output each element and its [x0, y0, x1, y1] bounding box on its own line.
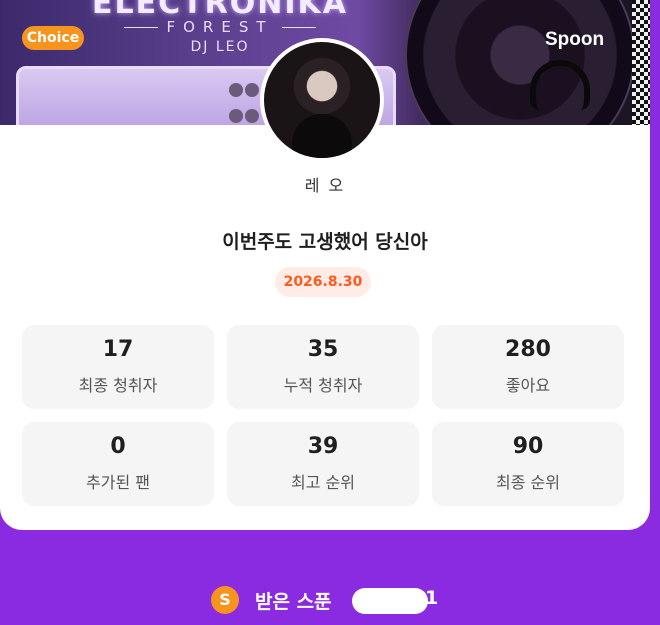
- stats-grid: 17 최종 청취자 35 누적 청취자 280 좋아요 0 추가된 팬 39 최…: [22, 325, 626, 506]
- checker-pattern: [632, 0, 650, 125]
- cast-date-badge: 2026.8.30: [275, 267, 371, 297]
- mini-avatar: [245, 108, 259, 123]
- dj-nickname: 레 오: [304, 176, 346, 195]
- vinyl-record-graphic: [405, 0, 635, 125]
- received-spoons-count: 1: [425, 587, 439, 609]
- stat-value: 280: [505, 337, 551, 362]
- choice-badge: Choice: [22, 26, 84, 50]
- cast-title: 이번주도 고생했어 당신아: [222, 231, 428, 253]
- spoon-logo: Spoon: [545, 29, 605, 50]
- stat-label: 최종 청취자: [78, 376, 158, 395]
- stat-value: 17: [102, 337, 134, 362]
- mini-avatar: [229, 82, 243, 97]
- stat-final-rank: 90 최종 순위: [432, 422, 624, 506]
- stat-label: 최종 순위: [496, 473, 560, 492]
- cast-report-card: ELECTRONIKA FOREST DJ LEO Choice Spoon 레…: [0, 0, 650, 530]
- stat-new-fans: 0 추가된 팬: [22, 422, 214, 506]
- stat-value: 0: [110, 434, 126, 459]
- stat-label: 좋아요: [505, 376, 551, 395]
- stat-likes: 280 좋아요: [432, 325, 624, 409]
- stat-best-rank: 39 최고 순위: [227, 422, 419, 506]
- stat-label: 누적 청취자: [283, 376, 363, 395]
- stat-label: 추가된 팬: [86, 473, 150, 492]
- banner-subtitle: FOREST: [70, 18, 370, 36]
- received-spoons-row: S 받은 스푼 1: [0, 582, 660, 618]
- mini-avatar: [245, 82, 259, 97]
- stat-value: 39: [307, 434, 339, 459]
- stat-label: 최고 순위: [291, 473, 355, 492]
- redaction-mask: [352, 588, 428, 614]
- stat-value: 90: [512, 434, 544, 459]
- avatar: [264, 42, 380, 158]
- spoon-coin-icon: S: [211, 586, 239, 614]
- stat-value: 35: [307, 337, 339, 362]
- page-edge: [650, 0, 660, 625]
- received-spoons-label: 받은 스푼: [255, 591, 332, 613]
- dj-avatar-frame[interactable]: [260, 38, 384, 162]
- stat-final-listeners: 17 최종 청취자: [22, 325, 214, 409]
- mini-avatar: [229, 108, 243, 123]
- stat-total-listeners: 35 누적 청취자: [227, 325, 419, 409]
